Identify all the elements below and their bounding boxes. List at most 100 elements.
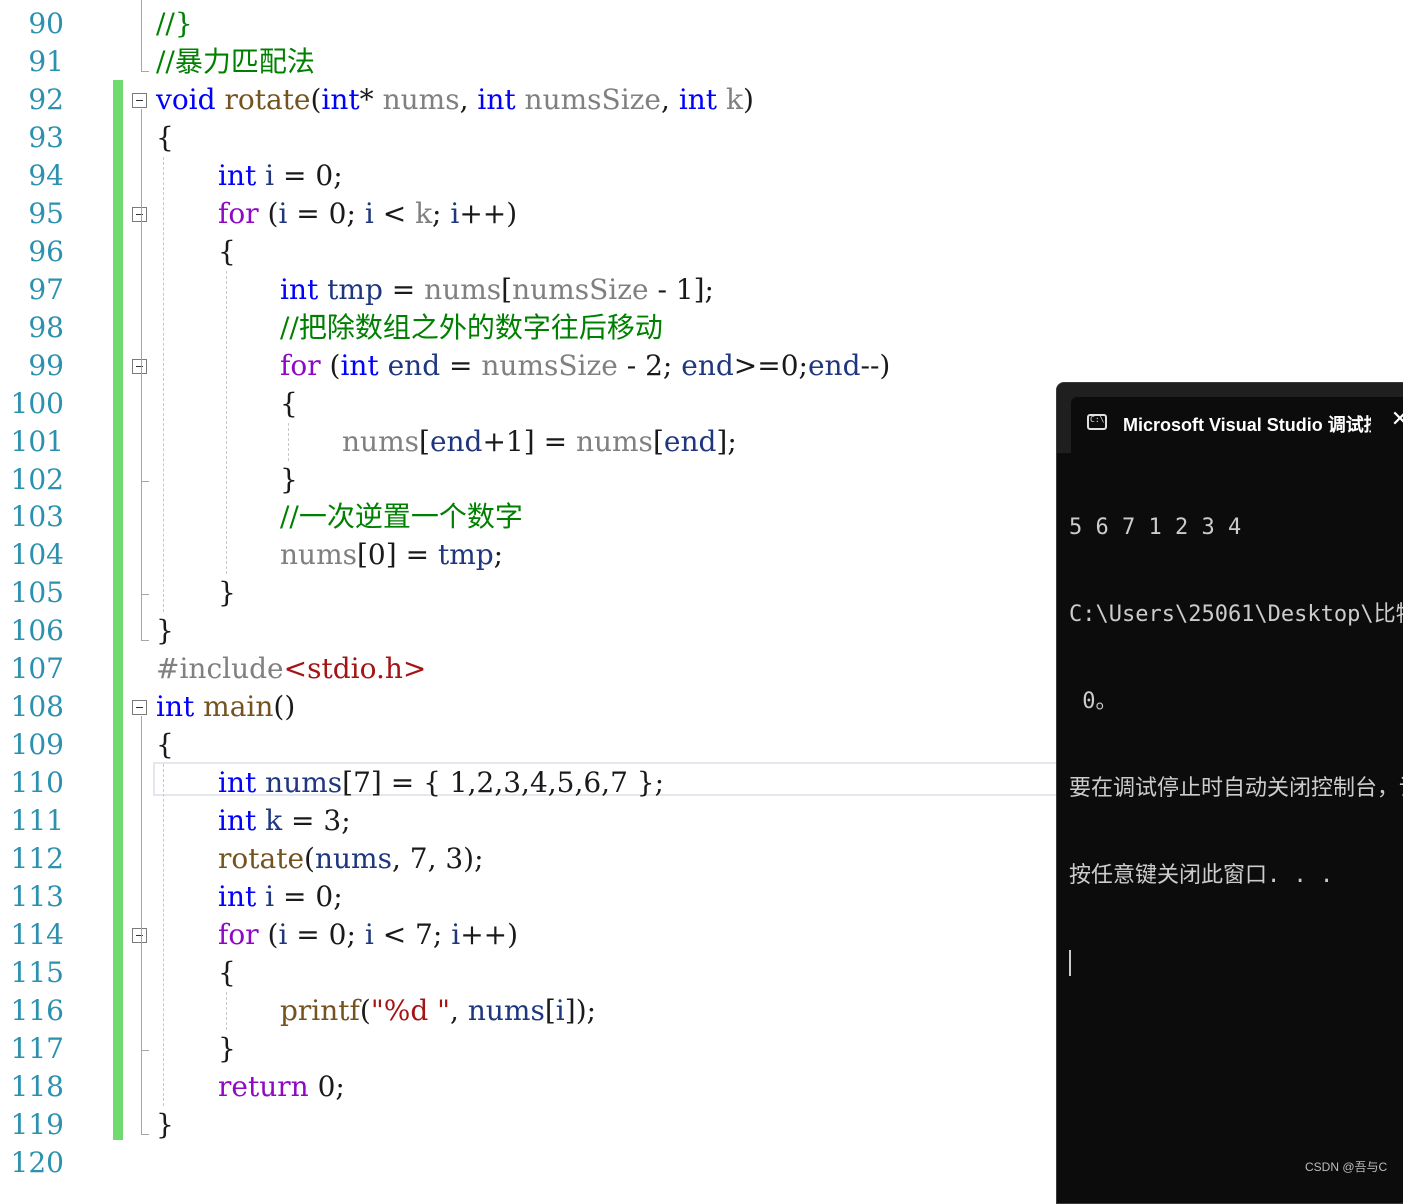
code-text: //一次逆置一个数字: [280, 498, 523, 536]
code-token: >=0;: [733, 348, 808, 382]
code-line[interactable]: 95 for (i = 0; i < k; i++): [0, 195, 1403, 233]
collapse-toggle-icon[interactable]: [132, 206, 147, 222]
code-token: nums: [265, 766, 343, 800]
code-token: = 0;: [287, 196, 365, 230]
code-token: //暴力匹配法: [156, 44, 315, 78]
code-token: i: [265, 158, 275, 192]
console-tab[interactable]: Microsoft Visual Studio 调试控制台 ✕: [1071, 397, 1403, 453]
code-token: int: [218, 880, 257, 914]
collapse-toggle-icon[interactable]: [132, 928, 147, 944]
code-token: {: [156, 728, 174, 762]
line-number: 116: [10, 993, 64, 1027]
code-token: ): [742, 82, 754, 116]
console-title-bar[interactable]: Microsoft Visual Studio 调试控制台 ✕: [1057, 383, 1403, 453]
code-text: rotate(nums, 7, 3);: [218, 840, 484, 878]
code-token: }: [280, 462, 298, 496]
code-token: (: [310, 82, 322, 116]
line-number: 107: [10, 652, 64, 686]
line-number: 108: [10, 690, 64, 724]
code-token: = 0;: [287, 918, 365, 952]
indent-guide: [226, 991, 227, 1030]
code-token: k: [415, 196, 433, 230]
line-number: 93: [28, 120, 64, 154]
code-token: [7] = { 1,2,3,4,5,6,7 };: [342, 766, 665, 800]
collapse-toggle-icon[interactable]: [132, 700, 147, 716]
console-line: C:\Users\25061\Desktop\比特\Project1\x64\D…: [1069, 602, 1403, 627]
code-token: //把除数组之外的数字往后移动: [280, 310, 663, 344]
code-text: {: [156, 726, 174, 764]
code-line[interactable]: 92 void rotate(int* nums, int numsSize, i…: [0, 81, 1403, 119]
code-token: rotate: [218, 842, 305, 876]
code-line[interactable]: 93 {: [0, 119, 1403, 157]
code-token: {: [218, 956, 236, 989]
code-token: }: [156, 1107, 174, 1141]
line-number: 110: [10, 766, 64, 800]
code-token: {: [218, 234, 236, 268]
code-text: for (i = 0; i < k; i++): [218, 195, 517, 233]
code-text: printf("%d ", nums[i]);: [280, 992, 596, 1030]
outline-end-tick: [141, 1133, 149, 1135]
watermark: CSDN @吾与C: [1305, 1160, 1388, 1174]
collapse-toggle-icon[interactable]: [132, 358, 147, 374]
code-token: for: [280, 348, 321, 382]
code-text: for (int end = numsSize - 2; end>=0;end-…: [280, 347, 890, 385]
code-token: #include: [156, 652, 284, 686]
code-line[interactable]: 98 //把除数组之外的数字往后移动: [0, 309, 1403, 347]
line-number: 120: [10, 1145, 64, 1179]
console-line: 5 6 7 1 2 3 4: [1069, 515, 1242, 540]
line-number: 102: [10, 462, 64, 496]
collapse-toggle-icon[interactable]: [132, 92, 147, 108]
code-token: for: [218, 196, 259, 230]
code-token: numsSize: [481, 348, 618, 382]
code-token: i: [364, 196, 374, 230]
debug-console-window[interactable]: Microsoft Visual Studio 调试控制台 ✕ 5 6 7 1 …: [1056, 382, 1403, 1204]
code-line[interactable]: 99 for (int end = numsSize - 2; end>=0;en…: [0, 347, 1403, 385]
indent-guide: [226, 270, 227, 575]
code-token: int: [340, 348, 379, 382]
line-number: 103: [10, 500, 64, 534]
code-token: nums: [575, 424, 653, 458]
code-token: i: [451, 918, 461, 952]
code-token: i: [364, 918, 374, 952]
code-token: , 7, 3);: [391, 842, 484, 876]
code-token: ];: [716, 424, 737, 458]
code-token: nums: [467, 993, 545, 1027]
code-token: (: [359, 993, 371, 1027]
code-token: i: [265, 880, 275, 914]
line-number: 114: [10, 918, 64, 952]
code-text: int tmp = nums[numsSize - 1];: [280, 271, 714, 309]
code-token: tmp: [437, 538, 494, 572]
code-token: k: [725, 82, 743, 116]
code-token: end: [663, 424, 717, 458]
indent-guide: [288, 422, 289, 461]
code-text: //}: [156, 5, 193, 43]
code-token: [0] =: [357, 538, 438, 572]
code-line[interactable]: 90 //}: [0, 5, 1403, 43]
line-number: 118: [10, 1069, 64, 1103]
console-line: 按任意键关闭此窗口. . .: [1069, 863, 1334, 888]
console-title: Microsoft Visual Studio 调试控制台: [1123, 415, 1371, 435]
line-number: 115: [10, 956, 64, 989]
code-token: printf: [280, 993, 360, 1027]
indent-guide: [163, 156, 164, 613]
code-text: }: [218, 1030, 236, 1068]
code-line[interactable]: 96 {: [0, 233, 1403, 271]
line-number: 99: [28, 348, 64, 382]
close-icon[interactable]: ✕: [1387, 407, 1403, 433]
code-token: return: [218, 1069, 309, 1103]
code-text: void rotate(int* nums, int numsSize, int…: [156, 81, 754, 119]
code-token: i: [450, 196, 460, 230]
code-line[interactable]: 94 int i = 0;: [0, 157, 1403, 195]
code-token: end: [681, 348, 734, 382]
code-line[interactable]: 97 int tmp = nums[numsSize - 1];: [0, 271, 1403, 309]
code-token: nums: [424, 272, 502, 306]
console-output[interactable]: 5 6 7 1 2 3 4 C:\Users\25061\Desktop\比特\…: [1069, 455, 1403, 1035]
code-token: //}: [156, 7, 193, 40]
code-line[interactable]: 91 //暴力匹配法: [0, 43, 1403, 81]
code-token: =: [440, 348, 482, 382]
line-number: 105: [10, 576, 64, 610]
code-token: {: [280, 386, 298, 420]
